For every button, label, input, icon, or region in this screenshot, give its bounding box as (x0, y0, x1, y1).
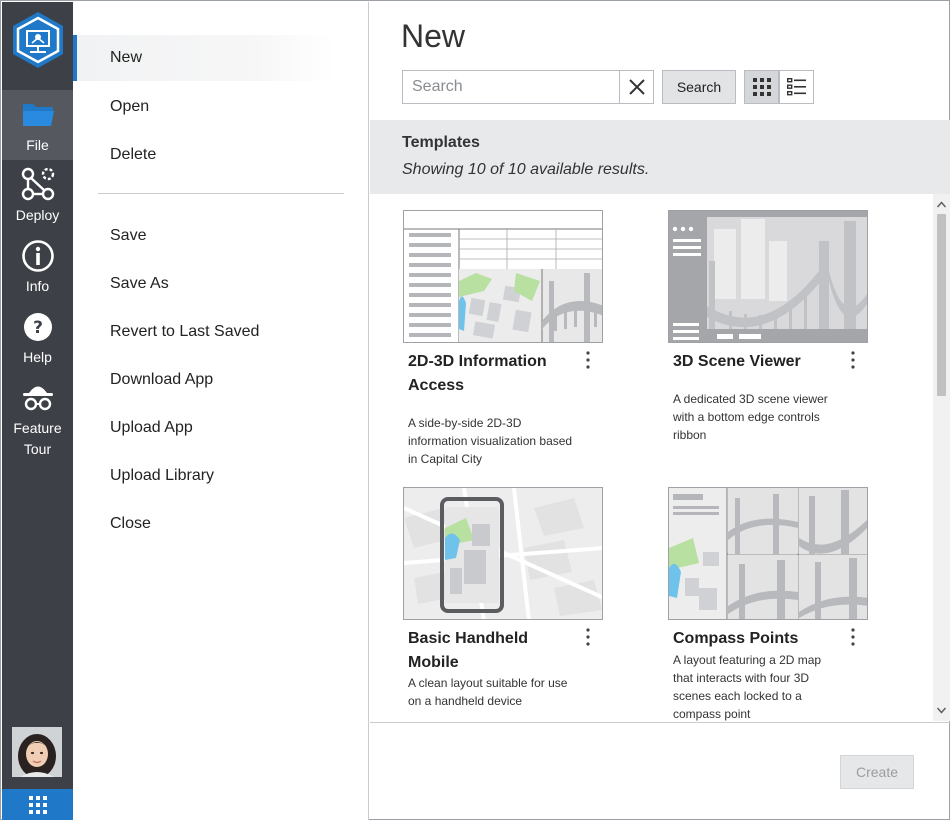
grid-view-icon (753, 78, 771, 96)
template-thumbnail (668, 487, 868, 620)
menu-divider (98, 193, 344, 194)
user-avatar[interactable] (12, 727, 62, 777)
template-description: A side-by-side 2D-3D information visuali… (408, 416, 573, 466)
search-box (402, 70, 654, 104)
template-grid: 2D-3D Information Access A side-by-side … (370, 194, 950, 721)
results-count: Showing 10 of 10 available results. (402, 161, 650, 178)
new-panel: New Search Search Templates Showing 10 o… (370, 2, 950, 820)
close-icon (629, 79, 645, 95)
template-card-2d-3d-information-access[interactable]: 2D-3D Information Access A side-by-side … (403, 210, 613, 466)
rail-item-label: Deploy (15, 207, 60, 223)
search-input[interactable] (403, 71, 621, 103)
menu-item-save[interactable]: Save (73, 213, 335, 259)
left-rail: File Deploy Info ? Help Feature Tour (2, 2, 73, 820)
menu-item-delete[interactable]: Delete (73, 132, 335, 178)
create-button[interactable]: Create (840, 755, 914, 789)
template-card-3d-scene-viewer[interactable]: 3D Scene Viewer A dedicated 3D scene vie… (668, 210, 878, 460)
template-scrollbar[interactable] (933, 194, 950, 721)
menu-item-close[interactable]: Close (73, 501, 335, 547)
list-view-toggle[interactable] (779, 70, 814, 104)
menu-item-new[interactable]: New (73, 35, 335, 81)
rail-item-file[interactable]: File (2, 90, 73, 160)
menu-item-open[interactable]: Open (73, 84, 335, 130)
app-launcher-button[interactable] (2, 789, 73, 820)
more-options-icon[interactable] (581, 350, 595, 370)
template-thumbnail (668, 210, 868, 343)
rail-item-label: Feature (13, 420, 62, 436)
template-thumbnail (403, 210, 603, 343)
rail-item-deploy[interactable]: Deploy (2, 162, 73, 232)
menu-item-download-app[interactable]: Download App (73, 357, 335, 403)
rail-item-label: Tour (23, 441, 52, 457)
scroll-down-icon[interactable] (933, 703, 950, 718)
rail-item-label: Info (25, 278, 50, 294)
file-menu: New Open Delete Save Save As Revert to L… (73, 2, 369, 820)
template-description: A dedicated 3D scene viewer with a botto… (673, 392, 828, 442)
rail-item-info[interactable]: Info (2, 234, 73, 304)
template-title: 2D-3D Information Access (408, 353, 547, 394)
menu-item-upload-library[interactable]: Upload Library (73, 453, 335, 499)
template-title: Basic Handheld Mobile (408, 630, 529, 671)
templates-header: Templates Showing 10 of 10 available res… (370, 120, 950, 194)
rail-item-label: File (26, 137, 49, 153)
menu-item-save-as[interactable]: Save As (73, 261, 335, 307)
search-button[interactable]: Search (662, 70, 736, 104)
rail-item-feature-tour[interactable]: Feature Tour (2, 378, 73, 466)
template-title: Compass Points (673, 630, 799, 647)
template-thumbnail (403, 487, 603, 620)
folder-icon (22, 104, 54, 126)
grid-dots-icon (29, 796, 47, 814)
svg-text:?: ? (33, 318, 43, 338)
scroll-up-icon[interactable] (933, 197, 950, 212)
template-card-compass-points[interactable]: Compass Points A layout featuring a 2D m… (668, 487, 878, 721)
template-card-basic-handheld-mobile[interactable]: Basic Handheld Mobile A clean layout sui… (403, 487, 613, 721)
template-description: A layout featuring a 2D map that interac… (673, 653, 822, 721)
template-description: A clean layout suitable for use on a han… (408, 676, 568, 708)
list-view-icon (787, 78, 806, 96)
avatar-image (12, 727, 62, 777)
menu-item-upload-app[interactable]: Upload App (73, 405, 335, 451)
clear-search-button[interactable] (619, 71, 653, 103)
deploy-icon (21, 167, 54, 201)
rail-item-label: Help (23, 349, 52, 365)
spy-icon (22, 386, 53, 411)
menu-item-revert[interactable]: Revert to Last Saved (73, 309, 335, 355)
page-title: New (401, 18, 466, 54)
more-options-icon[interactable] (846, 350, 860, 370)
info-icon (21, 240, 54, 272)
app-logo (13, 12, 63, 68)
scrollbar-thumb[interactable] (937, 214, 946, 396)
help-icon: ? (23, 313, 52, 341)
more-options-icon[interactable] (581, 627, 595, 647)
more-options-icon[interactable] (846, 627, 860, 647)
templates-heading: Templates (402, 134, 480, 151)
rail-item-help[interactable]: ? Help (2, 306, 73, 376)
app-window: File Deploy Info ? Help Feature Tour New… (0, 0, 950, 820)
grid-view-toggle[interactable] (744, 70, 779, 104)
template-title: 3D Scene Viewer (673, 353, 801, 370)
footer-divider (370, 722, 950, 723)
